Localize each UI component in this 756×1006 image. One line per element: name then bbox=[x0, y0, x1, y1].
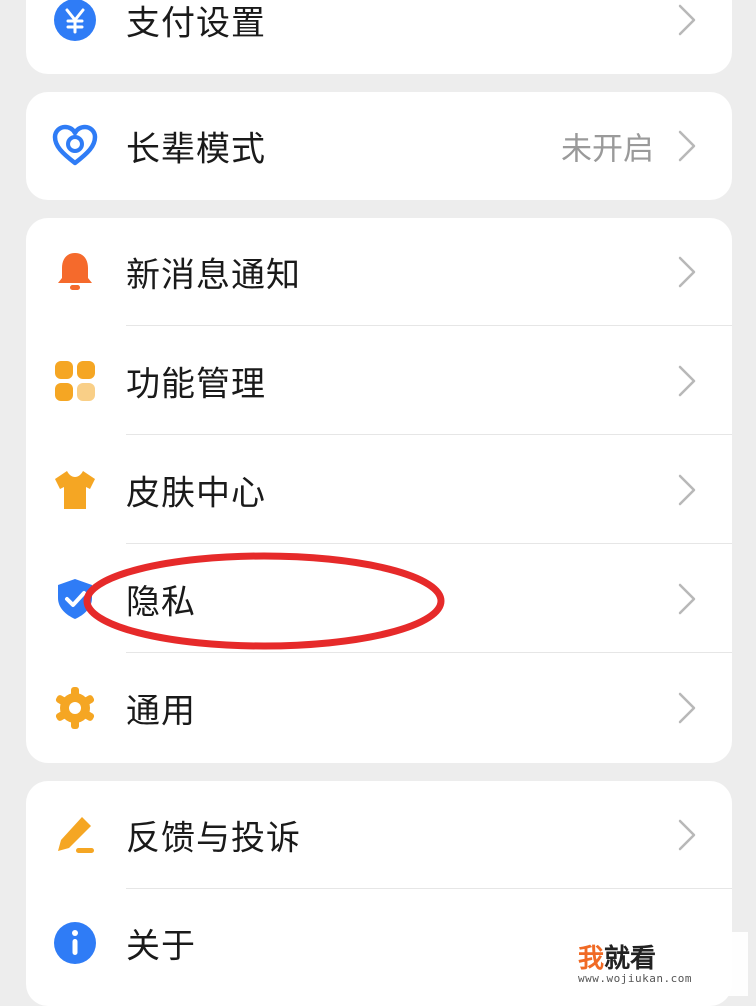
heart-icon bbox=[52, 123, 98, 169]
grid-icon bbox=[52, 358, 98, 404]
chevron-right-icon bbox=[676, 581, 698, 617]
menu-item-label: 隐私 bbox=[126, 582, 196, 622]
menu-item-label: 新消息通知 bbox=[126, 255, 301, 296]
shield-icon bbox=[52, 576, 98, 622]
menu-item-label: 通用 bbox=[126, 691, 196, 732]
chevron-right-icon bbox=[676, 254, 698, 290]
menu-item-label: 皮肤中心 bbox=[126, 473, 266, 513]
card-elder-mode: 长辈模式 未开启 bbox=[26, 92, 732, 200]
edit-icon bbox=[52, 812, 98, 858]
card-payment: 支付设置 bbox=[26, 0, 732, 74]
bell-icon bbox=[52, 249, 98, 295]
chevron-right-icon bbox=[676, 817, 698, 853]
watermark-text: 我就看 bbox=[578, 944, 657, 974]
chevron-right-icon bbox=[676, 472, 698, 508]
card-settings-group: 新消息通知 功能管理 皮肤中心 隐私 通用 bbox=[26, 218, 732, 763]
menu-item-notifications[interactable]: 新消息通知 bbox=[26, 218, 732, 326]
menu-item-label: 反馈与投诉 bbox=[126, 818, 301, 859]
elder-mode-status: 未开启 bbox=[561, 131, 654, 168]
menu-item-feedback[interactable]: 反馈与投诉 bbox=[26, 781, 732, 889]
watermark-url: www.wojiukan.com bbox=[578, 972, 692, 985]
gear-icon bbox=[52, 685, 98, 731]
menu-item-general[interactable]: 通用 bbox=[26, 653, 732, 763]
menu-item-label: 关于 bbox=[126, 926, 196, 967]
menu-item-payment-settings[interactable]: 支付设置 bbox=[26, 0, 732, 74]
menu-item-label: 功能管理 bbox=[126, 364, 266, 404]
chevron-right-icon bbox=[676, 2, 698, 38]
menu-item-feature-management[interactable]: 功能管理 bbox=[26, 326, 732, 435]
menu-item-skin-center[interactable]: 皮肤中心 bbox=[26, 435, 732, 544]
menu-item-privacy[interactable]: 隐私 bbox=[26, 544, 732, 653]
menu-item-label: 长辈模式 bbox=[126, 129, 266, 170]
menu-item-elder-mode[interactable]: 长辈模式 未开启 bbox=[26, 92, 732, 200]
chevron-right-icon bbox=[676, 128, 698, 164]
chevron-right-icon bbox=[676, 363, 698, 399]
tshirt-icon bbox=[52, 467, 98, 513]
watermark-logo: 我就看 www.wojiukan.com bbox=[538, 932, 748, 996]
chevron-right-icon bbox=[676, 690, 698, 726]
yen-icon bbox=[52, 0, 98, 43]
menu-item-label: 支付设置 bbox=[126, 3, 266, 44]
info-icon bbox=[52, 920, 98, 966]
